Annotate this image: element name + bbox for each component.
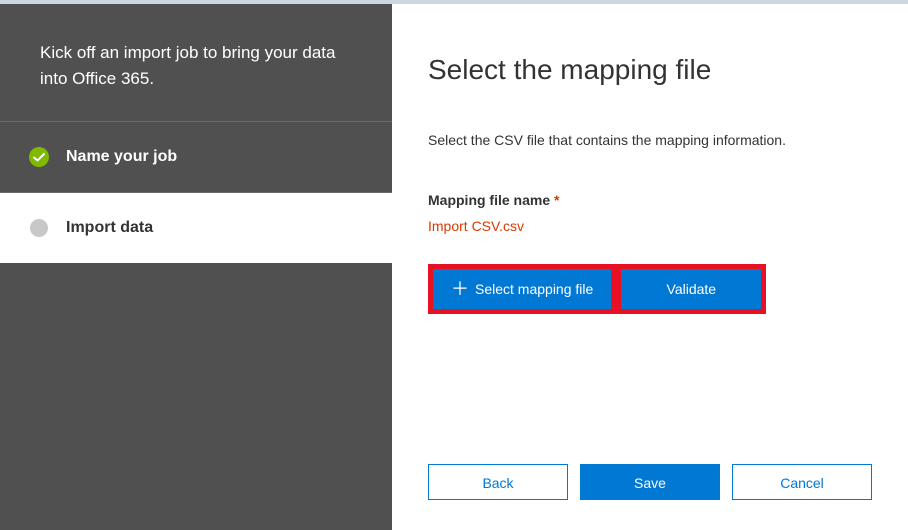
select-mapping-file-button[interactable]: ＋ Select mapping file [433, 269, 611, 309]
wizard-sidebar: Kick off an import job to bring your dat… [0, 4, 392, 530]
step-label: Name your job [66, 148, 177, 166]
sidebar-fill [0, 263, 392, 530]
highlight-box: Validate [616, 264, 766, 314]
step-label: Import data [66, 219, 153, 237]
required-indicator: * [554, 192, 559, 208]
main-panel: Select the mapping file Select the CSV f… [392, 4, 908, 530]
validate-button-label: Validate [667, 281, 717, 297]
back-button[interactable]: Back [428, 464, 568, 500]
step-import-data[interactable]: Import data [0, 193, 392, 263]
save-button[interactable]: Save [580, 464, 720, 500]
mapping-file-label: Mapping file name * [428, 192, 872, 208]
cancel-button[interactable]: Cancel [732, 464, 872, 500]
step-name-your-job[interactable]: Name your job [0, 122, 392, 193]
check-circle-icon [28, 146, 50, 168]
plus-icon: ＋ [451, 280, 469, 298]
page-title: Select the mapping file [428, 54, 872, 86]
selected-file-name: Import CSV.csv [428, 218, 872, 234]
action-buttons-row: ＋ Select mapping file Validate [428, 264, 872, 314]
footer-buttons: Back Save Cancel [428, 424, 872, 500]
highlight-box: ＋ Select mapping file [428, 264, 616, 314]
sidebar-intro: Kick off an import job to bring your dat… [0, 4, 392, 122]
validate-button[interactable]: Validate [621, 269, 761, 309]
page-description: Select the CSV file that contains the ma… [428, 132, 872, 148]
current-step-icon [28, 217, 50, 239]
select-button-label: Select mapping file [475, 281, 593, 297]
